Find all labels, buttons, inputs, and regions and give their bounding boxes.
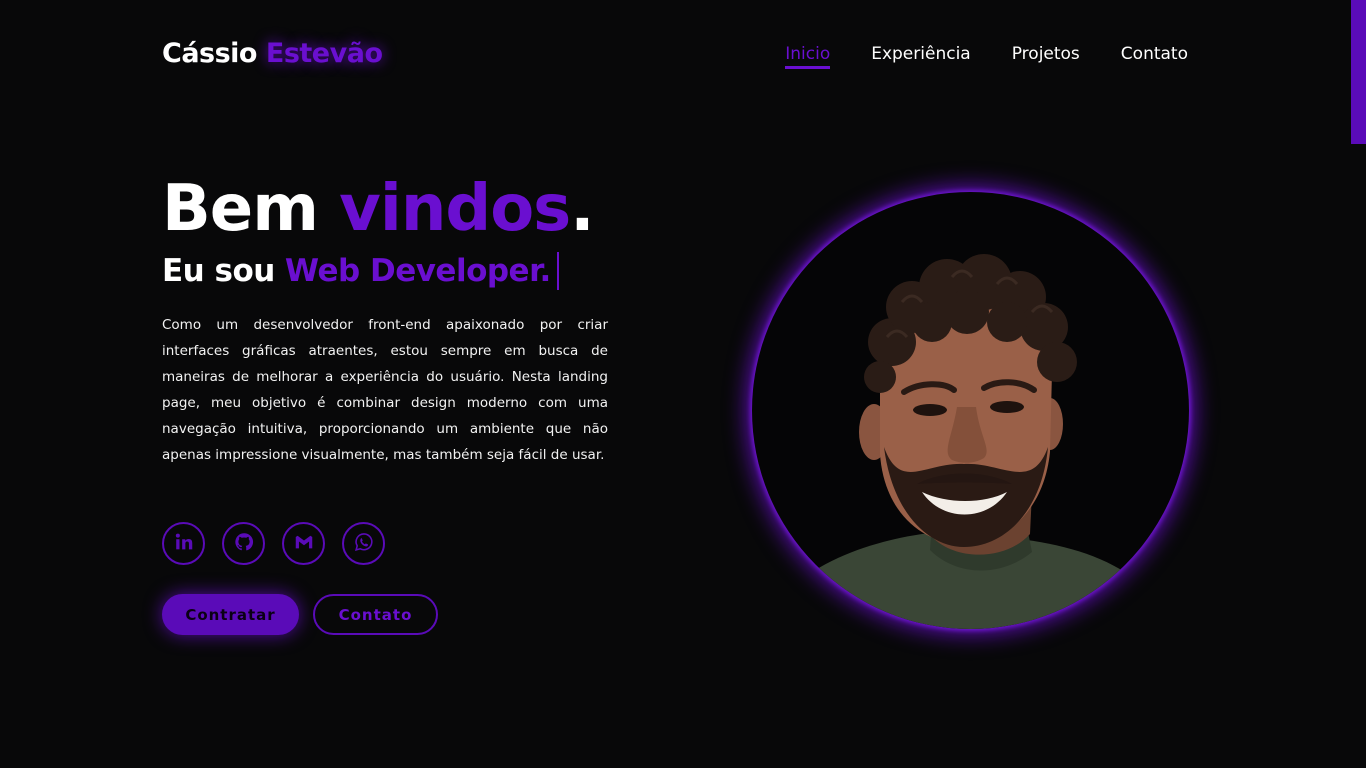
nav-projetos[interactable]: Projetos bbox=[1012, 44, 1080, 67]
social-links bbox=[162, 522, 385, 565]
hero-title-dot: . bbox=[570, 172, 594, 246]
hire-button[interactable]: Contratar bbox=[162, 594, 299, 635]
hero-actions: Contratar Contato bbox=[162, 594, 438, 635]
logo-last-name: Estevão bbox=[265, 38, 383, 69]
hero-title: Bem vindos. bbox=[162, 172, 595, 246]
hero-description: Como um desenvolvedor front-end apaixona… bbox=[162, 317, 608, 463]
typing-caret bbox=[556, 252, 559, 290]
hero-subtitle-main: Eu sou bbox=[162, 253, 275, 289]
nav-experiencia[interactable]: Experiência bbox=[871, 44, 971, 67]
github-button[interactable] bbox=[222, 522, 265, 565]
profile-photo bbox=[752, 192, 1189, 629]
hero-subtitle-role: Web Developer. bbox=[284, 253, 551, 289]
hero-subtitle: Eu sou Web Developer. bbox=[162, 252, 559, 290]
gmail-button[interactable] bbox=[282, 522, 325, 565]
nav-contato[interactable]: Contato bbox=[1121, 44, 1188, 67]
linkedin-button[interactable] bbox=[162, 522, 205, 565]
scroll-indicator[interactable] bbox=[1351, 0, 1366, 144]
whatsapp-icon bbox=[353, 531, 375, 557]
main-nav: Inicio Experiência Projetos Contato bbox=[785, 44, 1188, 69]
hero-title-main: Bem bbox=[162, 172, 319, 246]
gmail-icon bbox=[293, 531, 315, 557]
logo[interactable]: Cássio Estevão bbox=[162, 38, 383, 69]
nav-inicio[interactable]: Inicio bbox=[785, 44, 830, 69]
whatsapp-button[interactable] bbox=[342, 522, 385, 565]
github-icon bbox=[233, 531, 255, 557]
contact-button[interactable]: Contato bbox=[313, 594, 438, 635]
hero-title-accent: vindos bbox=[339, 172, 571, 246]
logo-first-name: Cássio bbox=[162, 38, 257, 69]
linkedin-icon bbox=[173, 531, 195, 557]
profile-photo-illustration bbox=[792, 254, 1132, 629]
